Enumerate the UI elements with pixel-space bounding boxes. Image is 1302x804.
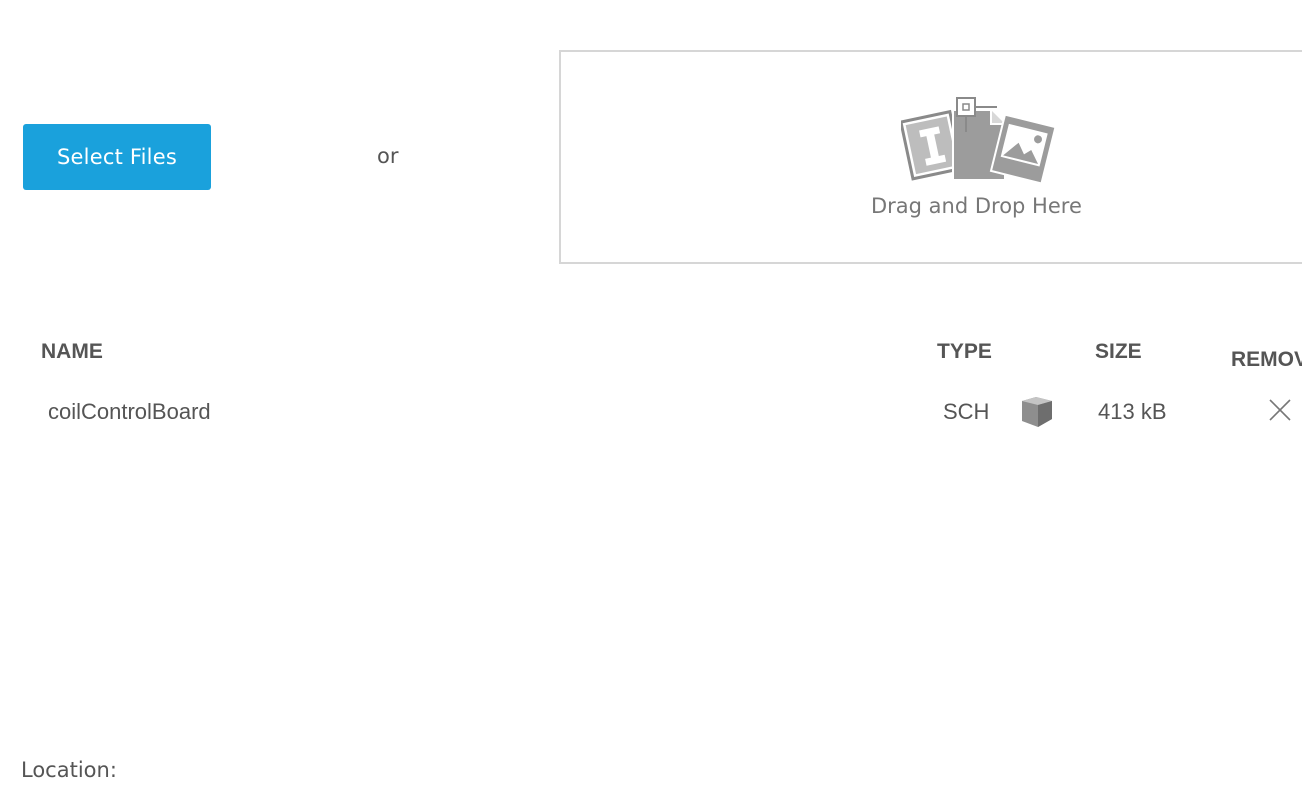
- cube-icon: [1022, 397, 1052, 427]
- or-separator-text: or: [377, 144, 399, 168]
- file-size: 413 kB: [1098, 399, 1167, 424]
- column-header-name: NAME: [41, 340, 103, 363]
- select-files-button[interactable]: Select Files: [23, 124, 211, 190]
- column-header-type: TYPE: [937, 340, 992, 363]
- file-name: coilControlBoard: [48, 399, 211, 424]
- file-type: SCH: [943, 399, 990, 424]
- location-label: Location:: [21, 758, 117, 782]
- drag-drop-zone[interactable]: Drag and Drop Here: [559, 50, 1302, 264]
- file-types-icon: [901, 97, 1057, 185]
- column-header-size: SIZE: [1095, 340, 1142, 363]
- close-icon[interactable]: [1268, 398, 1292, 422]
- drag-drop-label: Drag and Drop Here: [871, 194, 1082, 218]
- column-header-remove: REMOVE: [1231, 348, 1302, 371]
